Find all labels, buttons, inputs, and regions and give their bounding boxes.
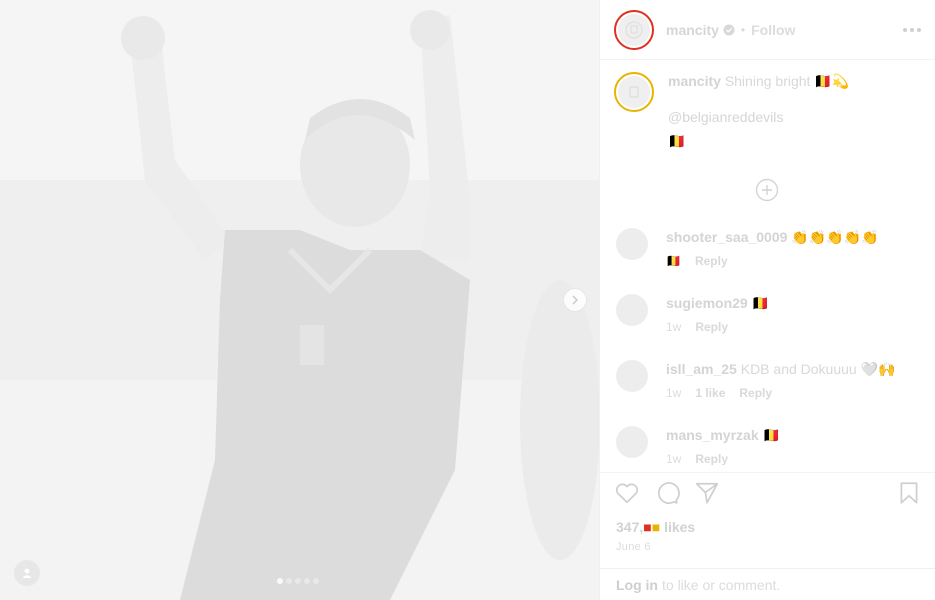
post-side-panel: mancity • Follow mancity Shining bright … (599, 0, 935, 600)
caption-emoji: 🇧🇪 (668, 133, 686, 149)
comment-text: 👏👏👏👏👏 (791, 229, 879, 245)
comment-time: 1w (666, 452, 682, 465)
reply-button[interactable]: Reply (695, 450, 728, 465)
comments-section[interactable]: mancity Shining bright 🇧🇪💫 @belgianredde… (600, 60, 935, 465)
post-header: mancity • Follow (600, 0, 935, 60)
commenter-avatar[interactable] (616, 294, 648, 326)
next-slide-button[interactable] (563, 288, 587, 312)
action-bar (600, 472, 935, 512)
commenter-avatar[interactable] (616, 426, 648, 458)
comment-text: 🇧🇪 (762, 427, 780, 443)
post-date[interactable]: June 6 (616, 541, 651, 553)
comment-item: isll_am_25 KDB and Dokuuuu 🤍🙌 1w 1 like … (614, 360, 924, 402)
carousel-dot (295, 578, 301, 584)
instagram-post: mancity • Follow mancity Shining bright … (0, 0, 935, 600)
comment-item: sugiemon29 🇧🇪 1w Reply (614, 294, 924, 336)
caption-avatar[interactable] (614, 72, 654, 112)
commenter-avatar[interactable] (616, 228, 648, 260)
carousel-dot (304, 578, 310, 584)
bookmark-icon[interactable] (896, 480, 922, 506)
comment-username[interactable]: isll_am_25 (666, 361, 737, 377)
comment-likes[interactable]: 1 like (695, 384, 725, 402)
comment-text: KDB and Dokuuuu 🤍🙌 (740, 361, 896, 377)
comment-time: 🇧🇪 (666, 254, 681, 268)
carousel-indicator (277, 578, 319, 584)
comment-username[interactable]: sugiemon29 (666, 295, 748, 311)
caption-username[interactable]: mancity (668, 73, 721, 89)
follow-button[interactable]: Follow (751, 22, 795, 38)
reply-button[interactable]: Reply (695, 252, 728, 270)
reply-button[interactable]: Reply (695, 318, 728, 336)
chevron-right-icon (572, 295, 579, 305)
comment-icon[interactable] (654, 480, 680, 506)
heart-icon[interactable] (614, 480, 640, 506)
more-icon (903, 27, 907, 32)
reply-button[interactable]: Reply (739, 384, 772, 402)
city-crest-icon (629, 86, 639, 98)
comment-item: shooter_saa_0009 👏👏👏👏👏 🇧🇪 Reply (614, 228, 924, 270)
post-photo (0, 0, 599, 600)
carousel-dot (277, 578, 283, 584)
comment-text: 🇧🇪 (751, 295, 770, 311)
carousel-dot (286, 578, 292, 584)
login-prompt-text: to like or comment. (662, 576, 781, 593)
header-separator: • (740, 22, 746, 37)
likes-count[interactable]: 347,■■ likes (616, 519, 695, 535)
comment-username[interactable]: mans_myrzak (666, 427, 759, 443)
load-more-comments-button[interactable] (755, 178, 779, 202)
share-icon[interactable] (694, 480, 720, 506)
more-options-button[interactable] (903, 27, 921, 32)
post-caption: mancity Shining bright 🇧🇪💫 @belgianredde… (614, 72, 924, 149)
caption-text: Shining bright 🇧🇪💫 (724, 73, 850, 89)
header-username[interactable]: mancity (666, 22, 719, 38)
tagged-users-button[interactable] (14, 560, 40, 586)
comment-time: 1w (666, 320, 682, 334)
caption-mention[interactable]: @belgianreddevils (668, 108, 849, 126)
city-crest-icon (625, 20, 643, 39)
user-tag-icon (22, 568, 32, 578)
comment-item: mans_myrzak 🇧🇪 1w Reply (614, 426, 924, 465)
carousel-dot (313, 578, 319, 584)
comment-username[interactable]: shooter_saa_0009 (666, 229, 787, 245)
commenter-avatar[interactable] (616, 360, 648, 392)
verified-icon (723, 24, 735, 35)
login-prompt: Log in to like or comment. (600, 568, 935, 600)
post-media[interactable] (0, 0, 599, 600)
profile-avatar[interactable] (614, 9, 654, 50)
login-link[interactable]: Log in (616, 577, 658, 593)
comment-time: 1w (666, 386, 682, 400)
